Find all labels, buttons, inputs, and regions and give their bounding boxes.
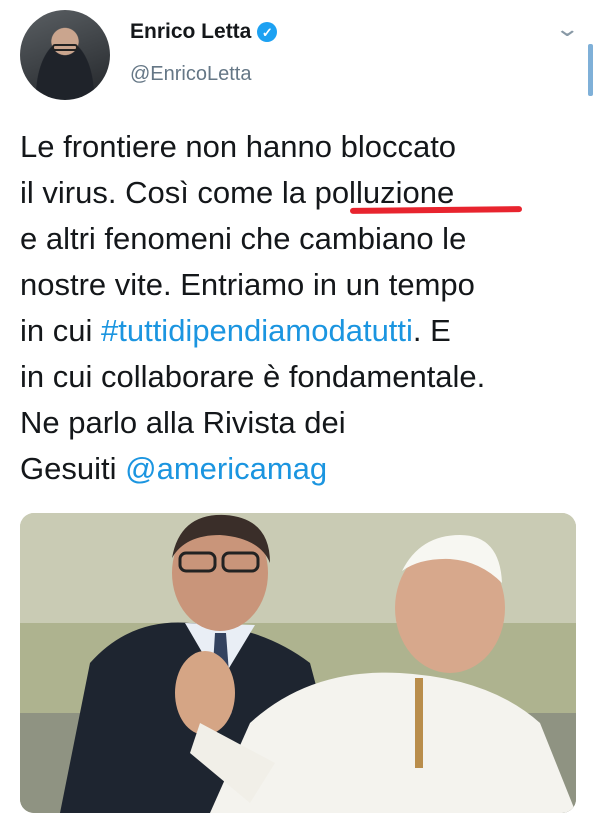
tweet-text-segment: Le frontiere non hanno bloccato [20,129,456,164]
tweet-text-segment: nostre vite. Entriamo in un tempo [20,267,475,302]
tweet-text-segment: in cui [20,313,101,348]
verified-checkmark-icon: ✓ [257,22,277,42]
tweet-text-segment: Gesuiti [20,451,125,486]
tweet-text-segment: Ne parlo alla Rivista dei [20,405,346,440]
tweet-text-segment: in cui collaborare è fondamentale. [20,359,485,394]
tweet-line: nostre vite. Entriamo in un tempo [20,262,590,308]
tweet-text-segment: e altri fenomeni che cambiano le [20,221,466,256]
pope-cross-chain [415,678,423,768]
annotated-word: polluzione [315,175,455,210]
author-handle[interactable]: @EnricoLetta [130,63,251,86]
tweet-line: Gesuiti @americamag [20,446,590,492]
author-name[interactable]: Enrico Letta [130,20,251,44]
chevron-down-icon[interactable]: ⌄ [554,16,580,42]
pope-hand [175,651,235,735]
scrollbar[interactable] [588,44,593,96]
tweet-text: Le frontiere non hanno bloccato il virus.… [20,124,590,492]
tweet-line: in cui collaborare è fondamentale. [20,354,590,400]
tweet-photo[interactable] [20,513,576,813]
tweet-text-segment: il virus. Così come la [20,175,315,210]
hashtag-link[interactable]: #tuttidipendiamodatutti [101,313,413,348]
mention-link[interactable]: @americamag [125,451,327,486]
tweet-line: e altri fenomeni che cambiano le [20,216,590,262]
tweet-line: in cui #tuttidipendiamodatutti. E [20,308,590,354]
avatar-glasses [52,44,78,51]
tweet-line: Le frontiere non hanno bloccato [20,124,590,170]
photo-illustration [20,513,576,813]
tweet-line: Ne parlo alla Rivista dei [20,400,590,446]
author-name-row: Enrico Letta ✓ [130,20,277,44]
profile-avatar[interactable] [20,10,110,100]
tweet-text-segment: . E [413,313,451,348]
